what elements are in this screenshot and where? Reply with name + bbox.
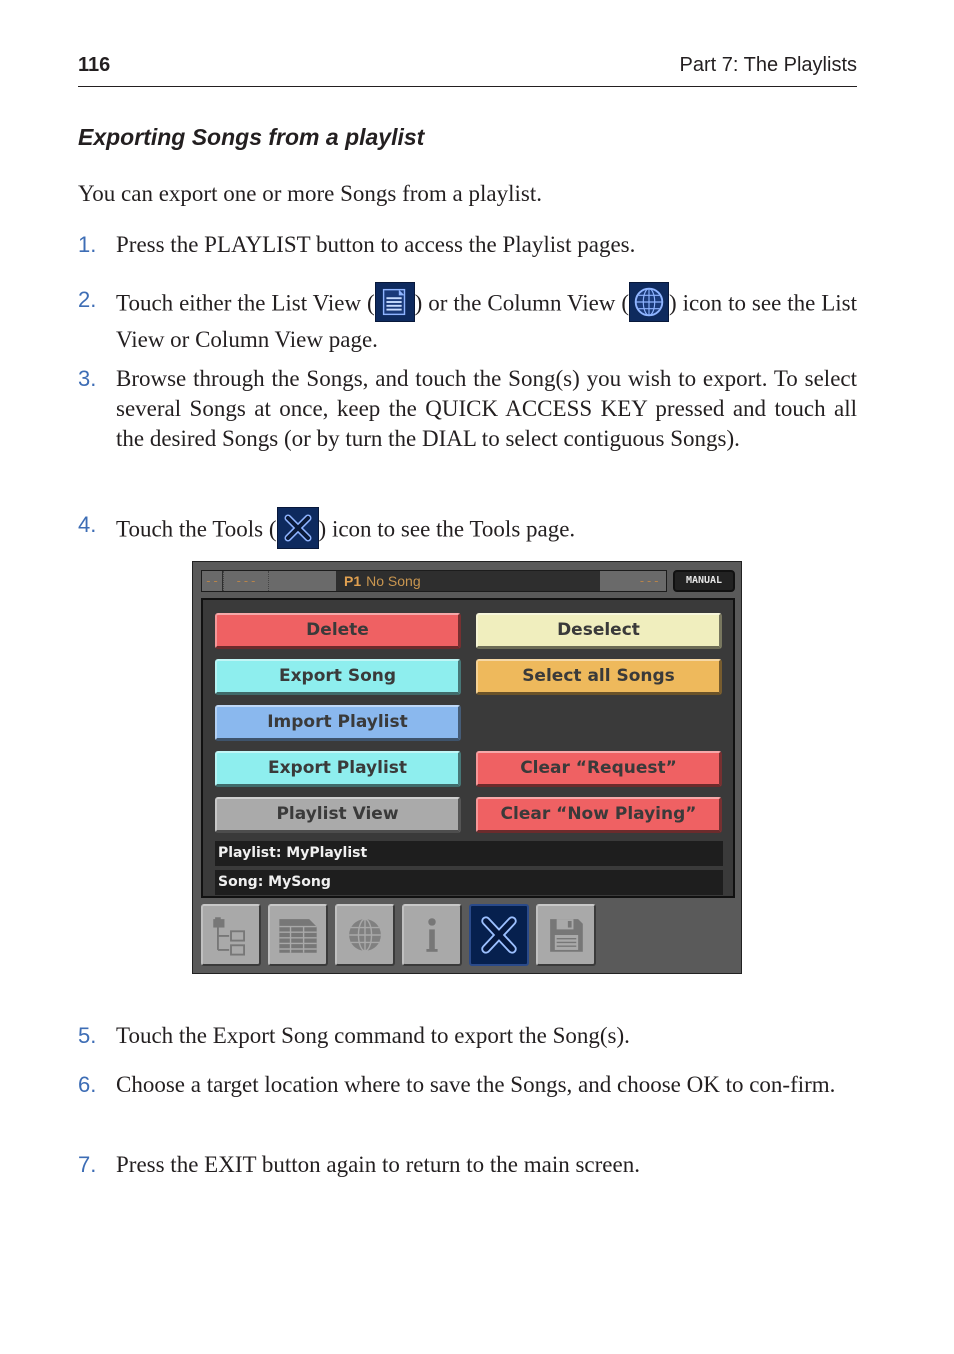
song-info: Song: MySong: [215, 870, 723, 895]
step-text: Press the PLAYLIST button to access the …: [116, 232, 636, 257]
intro-paragraph: You can export one or more Songs from a …: [78, 181, 542, 206]
step-number: 1.: [78, 232, 97, 257]
step-number: 5.: [78, 1023, 97, 1048]
deselect-button[interactable]: Deselect: [476, 613, 722, 649]
step-number: 6.: [78, 1072, 97, 1097]
import-playlist-button[interactable]: Import Playlist: [215, 705, 461, 741]
delete-button[interactable]: Delete: [215, 613, 461, 649]
tab-info[interactable]: [402, 904, 462, 966]
step-number: 3.: [78, 366, 97, 391]
step-text: Press the EXIT button again to return to…: [116, 1152, 640, 1177]
step-text: ) or the Column View (: [414, 290, 629, 316]
step-7: 7. Press the EXIT button again to return…: [78, 1150, 857, 1180]
select-all-songs-button[interactable]: Select all Songs: [476, 659, 722, 695]
column-view-icon: [349, 918, 381, 952]
export-song-button[interactable]: Export Song: [215, 659, 461, 695]
tools-icon: [276, 507, 319, 549]
section-title: Exporting Songs from a playlist: [78, 124, 425, 150]
step-5: 5. Touch the Export Song command to expo…: [78, 1021, 857, 1051]
export-playlist-button[interactable]: Export Playlist: [215, 751, 461, 787]
step-number: 4.: [78, 512, 97, 537]
step-3: 3. Browse through the Songs, and touch t…: [78, 364, 857, 454]
list-view-icon: [279, 919, 317, 953]
tools-icon: [481, 916, 517, 954]
step-text: Choose a target location where to save t…: [116, 1072, 836, 1097]
clear-now-playing-button[interactable]: Clear “Now Playing”: [476, 797, 722, 833]
list-view-icon: [374, 282, 415, 322]
step-number: 2.: [78, 287, 97, 312]
tools-page-screenshot: -- --- P1 No Song --- MANUAL Delete Desel…: [192, 561, 742, 974]
program-number: P1: [344, 573, 362, 589]
tools-panel: Delete Deselect Export Song Select all S…: [201, 598, 735, 898]
clear-request-button[interactable]: Clear “Request”: [476, 751, 722, 787]
playlist-view-button[interactable]: Playlist View: [215, 797, 461, 833]
page-header: 116 Part 7: The Playlists: [78, 52, 857, 87]
step-4: 4. Touch the Tools ( ) icon to see the To…: [78, 507, 857, 552]
status-field-2: ---: [223, 571, 268, 591]
step-1: 1. Press the PLAYLIST button to access t…: [78, 230, 857, 260]
step-text: Touch the Export Song command to export …: [116, 1023, 630, 1048]
tab-tree-view[interactable]: [201, 904, 261, 966]
step-number: 7.: [78, 1152, 97, 1177]
step-text: Touch the Tools (: [116, 516, 277, 542]
song-name: No Song: [366, 573, 421, 589]
tab-save[interactable]: [536, 904, 596, 966]
column-view-icon: [629, 282, 669, 322]
mode-badge[interactable]: MANUAL: [673, 570, 735, 592]
page-number: 116: [78, 54, 111, 76]
status-field-4: ---: [600, 571, 666, 591]
tab-tools[interactable]: [469, 904, 529, 966]
tree-view-icon: [213, 917, 245, 956]
info-icon: [426, 918, 438, 952]
step-text: Touch either the List View (: [116, 290, 375, 316]
playlist-info: Playlist: MyPlaylist: [215, 841, 723, 866]
status-field-1: --: [202, 571, 222, 591]
status-field-3: [268, 571, 336, 591]
step-6: 6. Choose a target location where to sav…: [78, 1070, 857, 1100]
tab-list-view[interactable]: [268, 904, 328, 966]
save-icon: [550, 919, 583, 952]
status-bar: -- --- P1 No Song ---: [201, 570, 667, 592]
part-title: Part 7: The Playlists: [679, 54, 857, 76]
current-song: P1 No Song: [344, 571, 421, 591]
step-text: ) icon to see the Tools page.: [318, 516, 576, 542]
tab-column-view[interactable]: [335, 904, 395, 966]
step-text: Browse through the Songs, and touch the …: [116, 366, 857, 451]
step-2: 2. Touch either the List View ( ) or the …: [78, 282, 857, 355]
